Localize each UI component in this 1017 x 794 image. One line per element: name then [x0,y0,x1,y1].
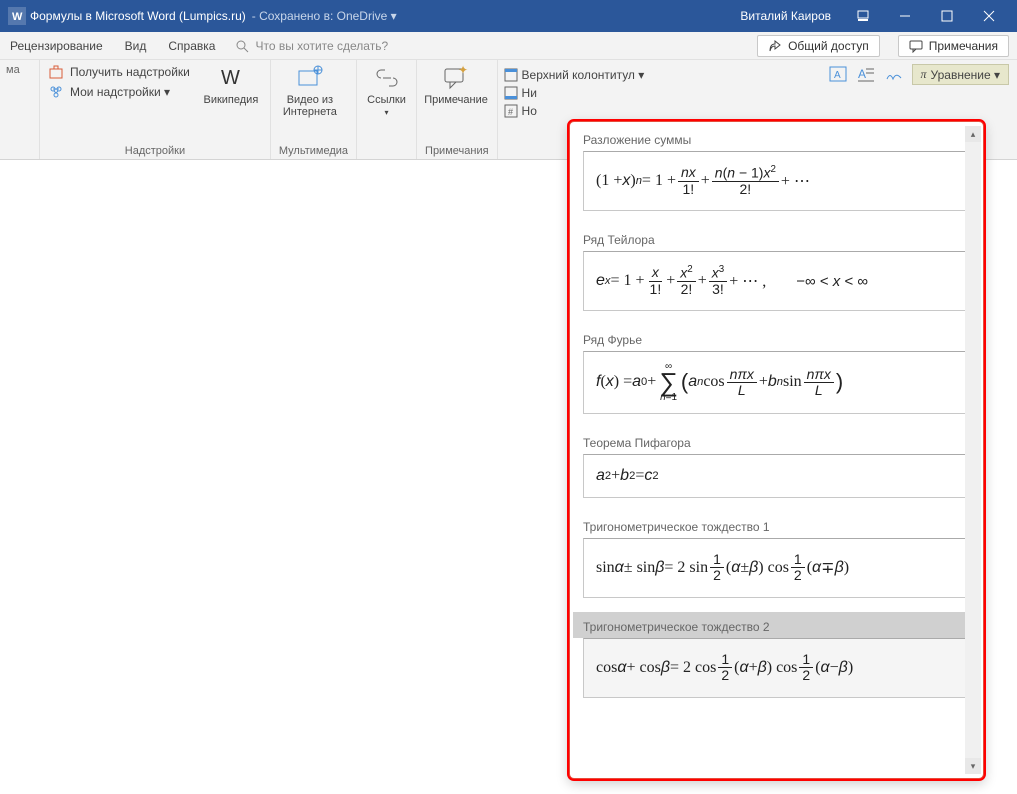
ribbon-group-addins: Получить надстройки Мои надстройки ▾ W В… [40,60,271,159]
ribbon-tabs: Рецензирование Вид Справка Что вы хотите… [0,32,1017,60]
scroll-down-button[interactable]: ▾ [965,758,981,774]
equation-item-pythagoras[interactable]: Теорема Пифагора a2 + b2 = c2 [573,428,980,498]
search-icon [235,39,249,53]
ribbon-group-media: Видео из Интернета Мультимедиа [271,60,357,159]
svg-text:#: # [508,107,513,117]
my-addins-button[interactable]: Мои надстройки ▾ [48,84,190,100]
equation-preview: a2 + b2 = c2 [583,454,970,498]
header-button[interactable]: Верхний колонтитул ▾ [504,68,645,82]
svg-text:W: W [221,67,240,89]
equation-item-trig2[interactable]: Тригонометрическое тождество 2 cos α + c… [573,612,980,698]
get-addins-button[interactable]: Получить надстройки [48,64,190,80]
equation-item-binomial[interactable]: Разложение суммы (1 + x)n = 1 + nx1! + n… [573,125,980,211]
ribbon-group-links: Ссылки ▾ [357,60,417,159]
svg-text:✦: ✦ [458,64,468,77]
share-icon [768,39,782,53]
svg-text:W: W [12,11,23,23]
tab-help[interactable]: Справка [166,35,217,57]
word-icon: W [8,7,26,25]
tab-review[interactable]: Рецензирование [8,35,105,57]
comment-icon [909,39,923,53]
maximize-button[interactable] [927,0,967,32]
textbox-icon[interactable]: A [828,64,848,84]
equation-item-fourier[interactable]: Ряд Фурье f(x) = a0 + ∞∑n=1 (an cos nπxL… [573,325,980,414]
online-video-button[interactable]: Видео из Интернета [279,64,341,118]
footer-icon [504,86,518,100]
share-button[interactable]: Общий доступ [757,35,880,57]
user-name[interactable]: Виталий Каиров [740,9,831,23]
dropdown-scrollbar[interactable]: ▴ ▾ [965,126,981,774]
ribbon-options-button[interactable] [843,0,883,32]
minimize-button[interactable] [885,0,925,32]
addins-icon [48,84,64,100]
tab-view[interactable]: Вид [123,35,149,57]
equation-preview: cos α + cos β = 2 cos 12(α + β) cos 12(α… [583,638,970,698]
window-title: Формулы в Microsoft Word (Lumpics.ru) [30,9,246,23]
equation-preview: f(x) = a0 + ∞∑n=1 (an cos nπxL + bn sin … [583,351,970,414]
save-location[interactable]: - Сохранено в: OneDrive ▾ [252,9,397,23]
equation-preview: ex = 1 + x1! + x22! + x33! + ⋯ , −∞ < x … [583,251,970,311]
ribbon-group-partial-left: ма [0,60,40,159]
search-placeholder: Что вы хотите сделать? [255,39,388,53]
video-icon [296,64,324,92]
footer-button[interactable]: Ни [504,86,645,100]
ribbon-group-comments: ✦ Примечание Примечания [417,60,498,159]
tell-me-search[interactable]: Что вы хотите сделать? [235,39,388,53]
equation-preview: sin α ± sin β = 2 sin 12(α ± β) cos 12(α… [583,538,970,598]
page-number-button[interactable]: # Но [504,104,645,118]
equation-button[interactable]: π Уравнение ▾ [912,64,1009,85]
wikipedia-button[interactable]: W Википедия [200,64,262,106]
close-button[interactable] [969,0,1009,32]
new-comment-icon: ✦ [442,64,470,92]
link-icon [373,64,401,92]
header-icon [504,68,518,82]
dropcap-icon[interactable]: A [856,64,876,84]
signature-icon[interactable] [884,64,904,84]
scroll-up-button[interactable]: ▴ [965,126,981,142]
comments-button[interactable]: Примечания [898,35,1009,57]
new-comment-button[interactable]: ✦ Примечание [425,64,487,106]
pagenum-icon: # [504,104,518,118]
equation-preview: (1 + x)n = 1 + nx1! + n(n − 1)x22! + ⋯ [583,151,970,211]
links-button[interactable]: Ссылки ▾ [365,64,408,117]
equation-item-trig1[interactable]: Тригонометрическое тождество 1 sin α ± s… [573,512,980,598]
titlebar: W Формулы в Microsoft Word (Lumpics.ru) … [0,0,1017,32]
svg-text:A: A [858,67,866,81]
store-icon [48,64,64,80]
svg-text:A: A [834,70,841,81]
wikipedia-icon: W [217,64,245,92]
equation-gallery-dropdown: Разложение суммы (1 + x)n = 1 + nx1! + n… [568,120,985,780]
equation-item-taylor[interactable]: Ряд Тейлора ex = 1 + x1! + x22! + x33! +… [573,225,980,311]
